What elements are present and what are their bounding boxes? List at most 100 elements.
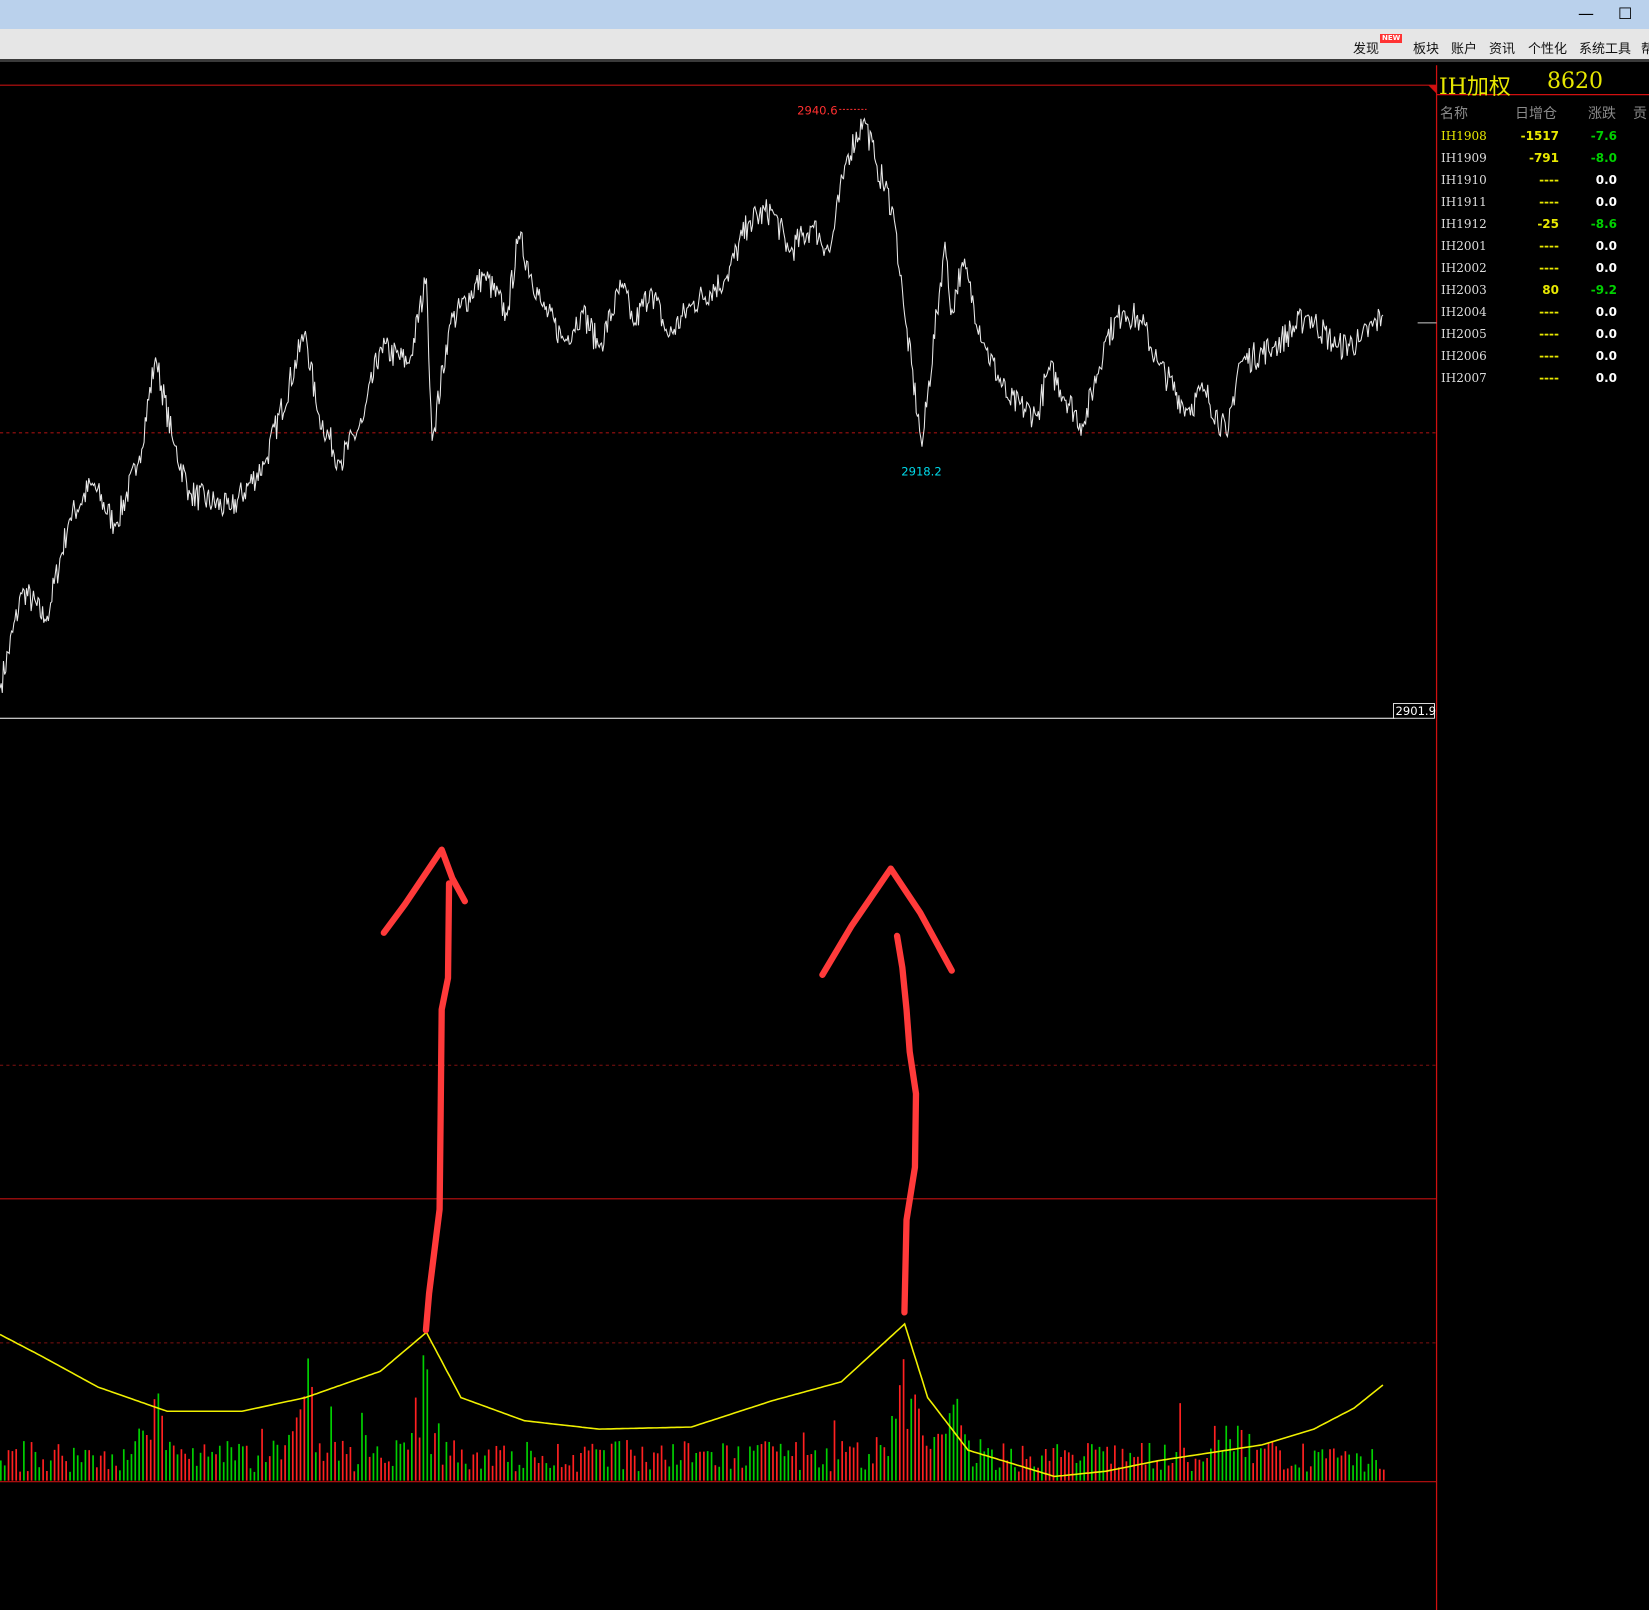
volume-bar [1336,1457,1339,1481]
contract-row[interactable]: IH1909 -791 -8.0 [1437,151,1649,173]
volume-bar [414,1397,417,1481]
contract-name: IH2003 [1441,283,1487,297]
chart-area[interactable]: 2940.6 2918.2 2901.9 [0,0,1649,1610]
volume-bar [764,1441,767,1481]
volume-bar [380,1457,382,1481]
volume-bar [1367,1463,1370,1481]
volume-bar [157,1393,160,1481]
volume-bar [510,1451,513,1481]
volume-bar [476,1452,478,1481]
volume-bar [1271,1440,1274,1481]
volume-bar [822,1464,824,1481]
volume-bar [533,1457,536,1481]
volume-bar [795,1442,797,1481]
volume-bar [687,1443,690,1481]
header-daily-oi-change[interactable]: 日增仓 [1515,103,1557,123]
volume-bar [1290,1465,1293,1481]
volume-bar [741,1467,744,1481]
daily-oi-change: -791 [1528,151,1559,165]
volume-bar [57,1444,60,1481]
header-name[interactable]: 名称 [1440,103,1468,123]
volume-bar [207,1456,210,1481]
volume-bar [810,1454,813,1481]
volume-bar [918,1408,920,1481]
volume-bar [34,1451,37,1481]
volume-bar [1309,1466,1312,1481]
contract-row[interactable]: IH1910 ---- 0.0 [1437,173,1649,195]
price-change: 0.0 [1595,261,1617,275]
volume-bar [499,1450,502,1481]
header-contribution[interactable]: 贡 [1633,103,1647,123]
price-change: -7.6 [1590,129,1617,143]
volume-bar [925,1445,928,1481]
volume-bar [180,1449,183,1481]
contract-row[interactable]: IH1912 -25 -8.6 [1437,217,1649,239]
contract-row[interactable]: IH1911 ---- 0.0 [1437,195,1649,217]
contract-name: IH2005 [1441,327,1487,341]
volume-bar [7,1450,10,1481]
volume-bar [752,1450,755,1481]
volume-bar [656,1453,659,1481]
volume-bar [1233,1451,1235,1481]
contract-row[interactable]: IH2005 ---- 0.0 [1437,327,1649,349]
volume-bar [649,1469,651,1481]
hand-drawn-arrows [380,846,955,1334]
contract-row[interactable]: IH2002 ---- 0.0 [1437,261,1649,283]
volume-bar [407,1449,409,1481]
contract-row[interactable]: IH2006 ---- 0.0 [1437,349,1649,371]
volume-bar [849,1446,851,1481]
volume-bar [1252,1463,1254,1481]
corner-marker [1428,85,1437,94]
volume-bar [941,1434,943,1481]
volume-bar [971,1466,974,1481]
volume-bar [1121,1448,1124,1481]
volume-bar [756,1445,759,1481]
volume-bar [1302,1443,1304,1481]
contract-row[interactable]: IH2004 ---- 0.0 [1437,305,1649,327]
volume-bar [802,1432,805,1481]
volume-bar [1175,1452,1178,1481]
volume-bar [845,1451,847,1481]
contract-row[interactable]: IH2001 ---- 0.0 [1437,239,1649,261]
volume-bar [933,1437,936,1481]
contract-row[interactable]: IH2003 80 -9.2 [1437,283,1649,305]
volume-bar [1114,1445,1116,1481]
volume-bar [1014,1467,1016,1481]
volume-bar [372,1453,375,1481]
volume-bar [199,1452,202,1481]
volume-bar [122,1449,125,1481]
volume-bar [1359,1456,1362,1481]
volume-bar [338,1460,340,1481]
volume-bar [457,1462,459,1481]
volume-bar [3,1465,6,1481]
volume-bar [514,1471,517,1481]
volume-bar [42,1459,44,1481]
volume-bar [587,1450,590,1481]
contract-row[interactable]: IH1908 -1517 -7.6 [1437,129,1649,151]
volume-bar [234,1460,236,1481]
volume-bar [272,1440,275,1481]
volume-bar [295,1417,298,1481]
volume-bar [472,1454,475,1481]
volume-bar [760,1444,763,1481]
volume-bar [1037,1467,1039,1481]
volume-bar [772,1446,774,1481]
volume-bar [902,1359,905,1481]
volume-bar [426,1369,429,1481]
contract-name: IH1911 [1441,195,1487,209]
volume-bar [1225,1425,1228,1481]
volume-bar [1160,1469,1162,1481]
volume-bar [991,1449,993,1481]
volume-bar [1133,1457,1135,1481]
volume-bar [1325,1458,1327,1481]
volume-bar [699,1451,701,1481]
volume-bar [453,1440,455,1481]
volume-bar [1087,1443,1089,1481]
volume-bar [103,1451,106,1481]
volume-bar [1259,1448,1262,1481]
header-change[interactable]: 涨跌 [1588,103,1616,123]
volume-bar [241,1446,244,1481]
contract-row[interactable]: IH2007 ---- 0.0 [1437,371,1649,393]
volume-bar [749,1446,751,1481]
volume-bar [361,1412,363,1481]
